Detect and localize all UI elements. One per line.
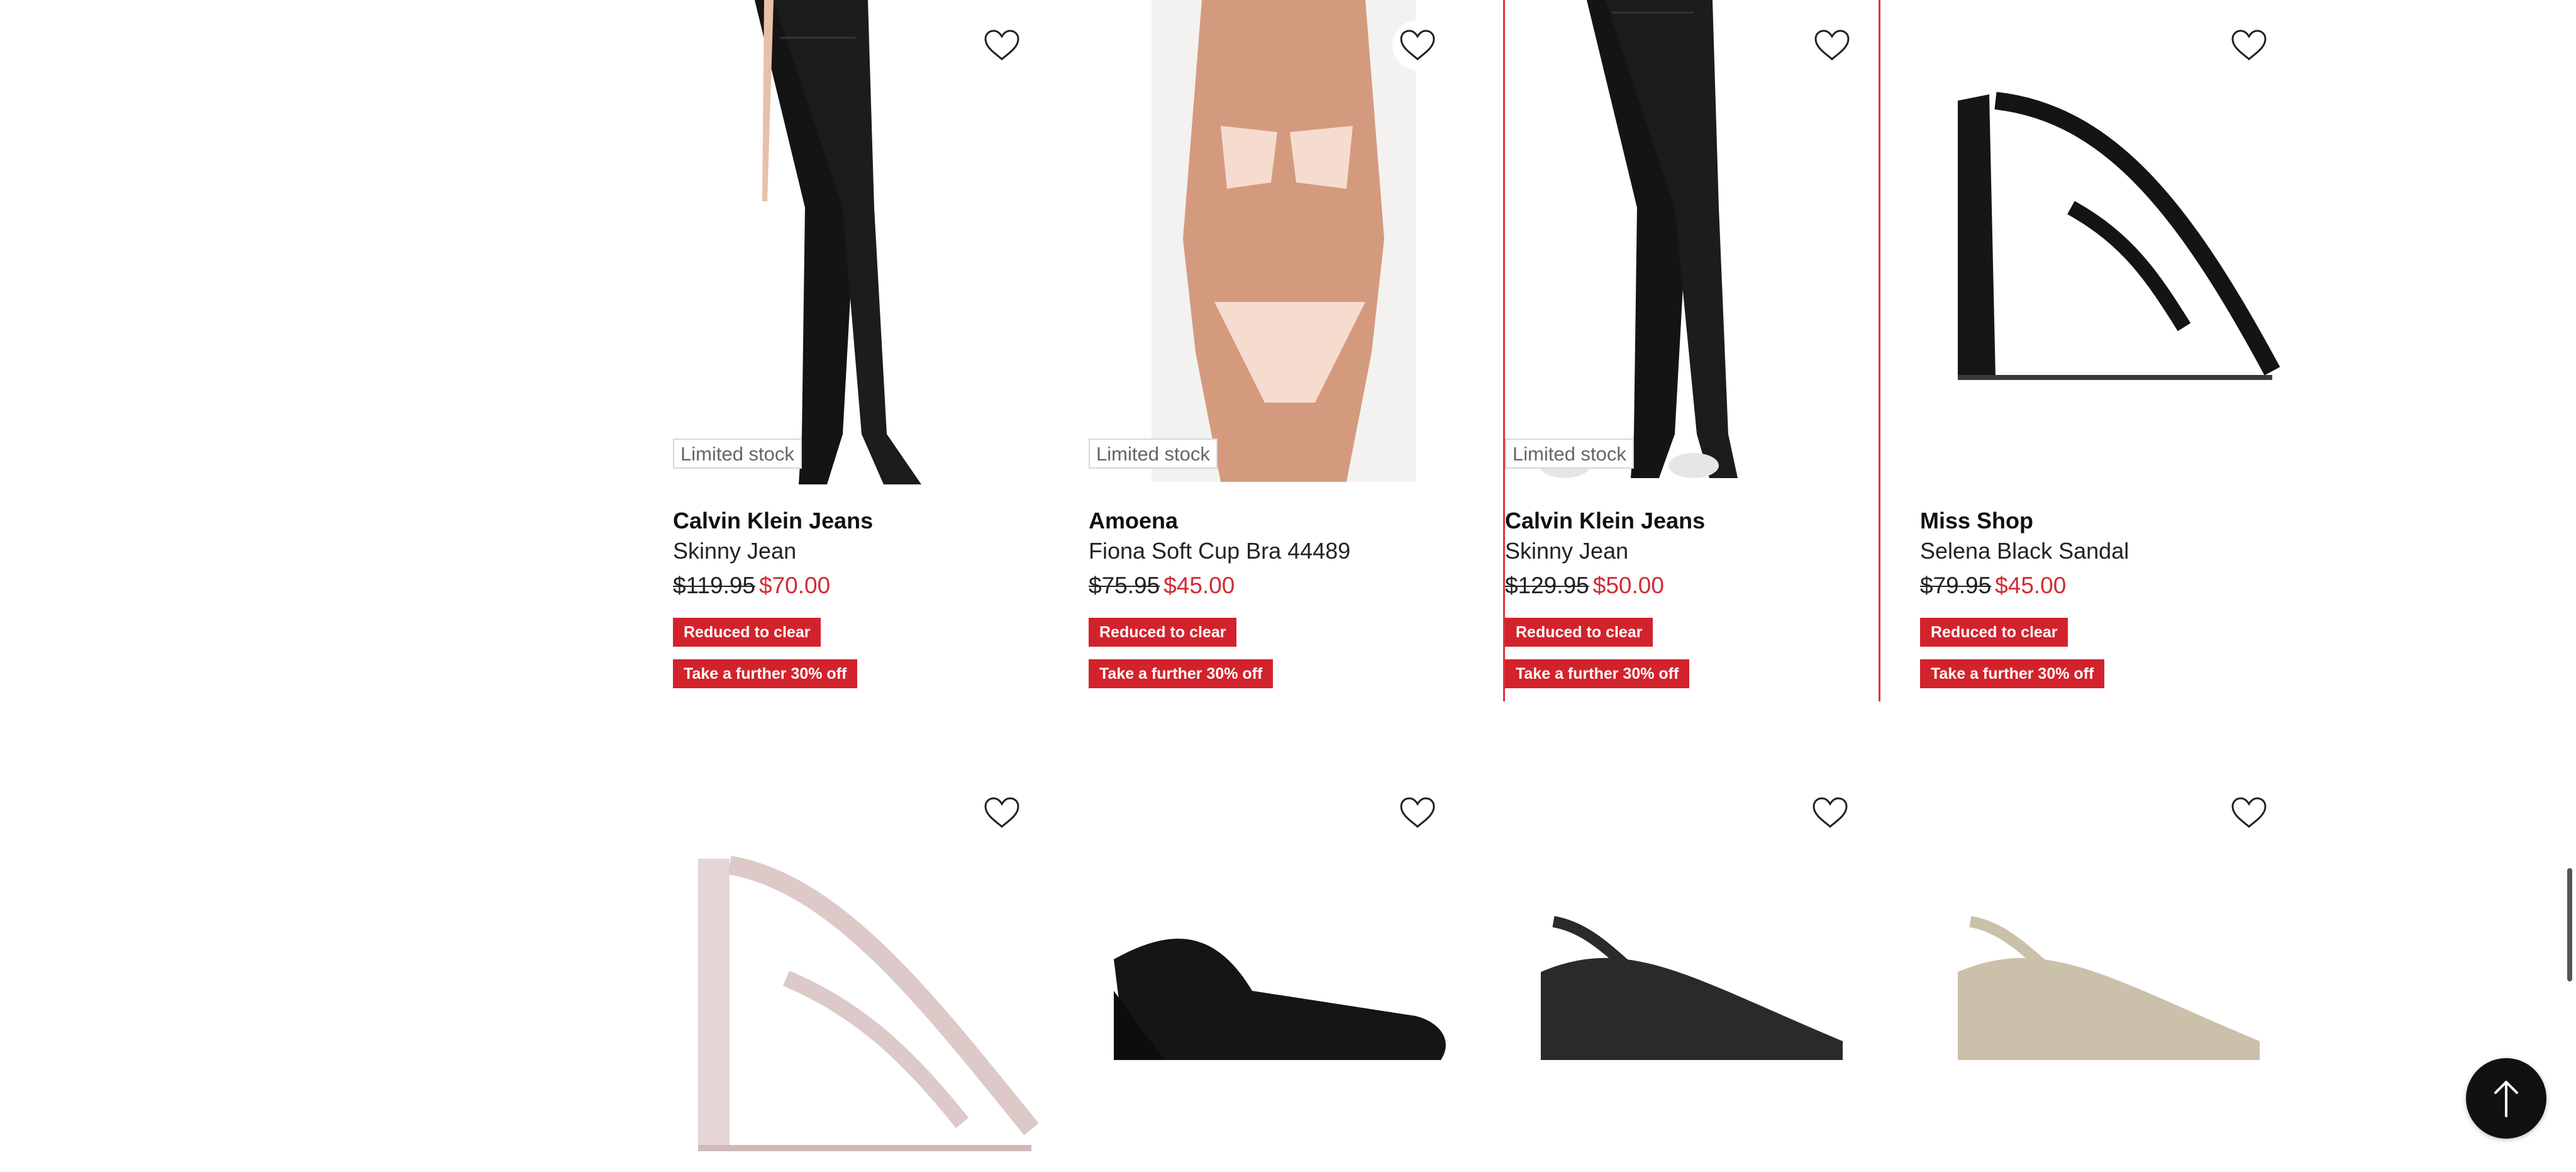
product-info: Amoena Fiona Soft Cup Bra 44489 $75.95 $4… — [1089, 507, 1466, 688]
wishlist-button[interactable] — [1392, 20, 1443, 70]
reduced-to-clear-tag: Reduced to clear — [673, 618, 821, 647]
limited-stock-badge: Limited stock — [673, 438, 802, 469]
product-name[interactable]: Fiona Soft Cup Bra 44489 — [1089, 537, 1466, 565]
heart-outline-icon — [984, 30, 1019, 61]
product-grid: Limited stock Calvin Klein Jeans Skinny … — [0, 0, 2576, 1169]
jeans-model-image — [1540, 0, 1738, 478]
original-price: $129.95 — [1505, 572, 1589, 598]
sale-price: $50.00 — [1592, 572, 1664, 598]
reduced-to-clear-tag: Reduced to clear — [1089, 618, 1237, 647]
product-info: Calvin Klein Jeans Skinny Jean $129.95 $5… — [1505, 507, 1879, 688]
limited-stock-badge: Limited stock — [1505, 438, 1634, 469]
heart-outline-icon — [984, 797, 1019, 829]
reduced-to-clear-tag: Reduced to clear — [1505, 618, 1653, 647]
further-discount-tag: Take a further 30% off — [1089, 659, 1274, 688]
product-name[interactable]: Selena Black Sandal — [1920, 537, 2297, 565]
product-card[interactable]: Limited stock Calvin Klein Jeans Skinny … — [673, 0, 1050, 701]
sale-price: $70.00 — [759, 572, 831, 598]
product-prices: $75.95 $45.00 — [1089, 571, 1466, 600]
wishlist-button[interactable] — [1805, 788, 1855, 838]
original-price: $75.95 — [1089, 572, 1160, 598]
wishlist-button[interactable] — [977, 788, 1027, 838]
wishlist-button[interactable] — [977, 20, 1027, 70]
product-prices: $129.95 $50.00 — [1505, 571, 1879, 600]
product-info: Miss Shop Selena Black Sandal $79.95 $45.… — [1920, 507, 2297, 688]
scrollbar-thumb[interactable] — [2567, 868, 2572, 981]
wishlist-button[interactable] — [1392, 788, 1443, 838]
heart-outline-icon — [1400, 30, 1435, 61]
back-to-top-button[interactable] — [2466, 1058, 2546, 1139]
jeans-model-image — [755, 0, 921, 484]
heart-outline-icon — [2231, 797, 2267, 829]
product-card[interactable] — [1920, 771, 2297, 1169]
product-prices: $119.95 $70.00 — [673, 571, 1050, 600]
arrow-up-icon — [2494, 1081, 2518, 1117]
wishlist-button[interactable] — [2224, 20, 2274, 70]
original-price: $79.95 — [1920, 572, 1992, 598]
product-card[interactable] — [673, 771, 1050, 1169]
limited-stock-badge: Limited stock — [1089, 438, 1218, 469]
sandal-image — [1958, 92, 2280, 380]
product-brand[interactable]: Calvin Klein Jeans — [1505, 507, 1879, 535]
product-card-selected[interactable]: Limited stock Calvin Klein Jeans Skinny … — [1503, 0, 1880, 701]
product-card[interactable]: Limited stock Amoena Fiona Soft Cup Bra … — [1089, 0, 1466, 701]
further-discount-tag: Take a further 30% off — [1505, 659, 1690, 688]
sale-price: $45.00 — [1995, 572, 2067, 598]
product-name[interactable]: Skinny Jean — [1505, 537, 1879, 565]
product-prices: $79.95 $45.00 — [1920, 571, 2297, 600]
product-card[interactable]: Miss Shop Selena Black Sandal $79.95 $45.… — [1920, 0, 2297, 701]
product-brand[interactable]: Calvin Klein Jeans — [673, 507, 1050, 535]
product-card[interactable] — [1089, 771, 1466, 1169]
heart-outline-icon — [1813, 797, 1848, 829]
product-brand[interactable]: Miss Shop — [1920, 507, 2297, 535]
original-price: $119.95 — [673, 572, 755, 598]
wishlist-button[interactable] — [2224, 788, 2274, 838]
wishlist-button[interactable] — [1807, 20, 1857, 70]
product-card[interactable] — [1503, 771, 1880, 1169]
heart-outline-icon — [1400, 797, 1435, 829]
further-discount-tag: Take a further 30% off — [673, 659, 858, 688]
bra-model-image — [1152, 0, 1416, 482]
further-discount-tag: Take a further 30% off — [1920, 659, 2105, 688]
reduced-to-clear-tag: Reduced to clear — [1920, 618, 2068, 647]
sale-price: $45.00 — [1163, 572, 1235, 598]
heart-outline-icon — [2231, 30, 2267, 61]
product-info: Calvin Klein Jeans Skinny Jean $119.95 $7… — [673, 507, 1050, 688]
product-brand[interactable]: Amoena — [1089, 507, 1466, 535]
product-name[interactable]: Skinny Jean — [673, 537, 1050, 565]
heart-outline-icon — [1814, 30, 1850, 61]
